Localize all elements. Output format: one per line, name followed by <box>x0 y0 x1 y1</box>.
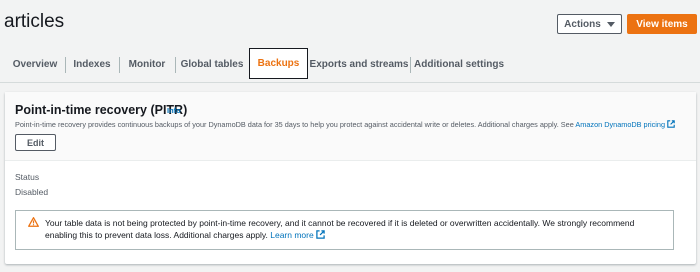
pitr-description-text: Point-in-time recovery provides continuo… <box>15 120 576 129</box>
status-label: Status <box>15 172 40 182</box>
info-link[interactable]: Info <box>167 106 181 115</box>
warning-text: Your table data is not being protected b… <box>45 218 635 240</box>
tab-global-tables[interactable]: Global tables <box>176 48 248 81</box>
pitr-title: Point-in-time recovery (PITR) <box>15 103 188 117</box>
tab-additional-settings[interactable]: Additional settings <box>411 48 507 81</box>
external-link-icon <box>667 120 675 128</box>
dynamodb-pricing-link[interactable]: Amazon DynamoDB pricing <box>575 120 675 129</box>
tab-overview[interactable]: Overview <box>6 48 64 81</box>
tab-backups[interactable]: Backups <box>249 48 308 79</box>
warning-icon <box>28 217 39 227</box>
tab-monitor[interactable]: Monitor <box>120 48 174 81</box>
edit-button[interactable]: Edit <box>15 134 56 151</box>
pitr-panel-header: Point-in-time recovery (PITR) Info Point… <box>5 92 696 161</box>
actions-button-label: Actions <box>564 18 601 30</box>
tab-indexes[interactable]: Indexes <box>66 48 118 81</box>
status-value: Disabled <box>15 187 49 197</box>
pitr-panel: Point-in-time recovery (PITR) Info Point… <box>5 92 696 264</box>
pitr-warning-alert: Your table data is not being protected b… <box>15 210 674 250</box>
page-title: articles <box>4 11 65 32</box>
tab-bar: Overview Indexes Monitor Global tables B… <box>0 48 700 83</box>
view-items-button[interactable]: View items <box>627 14 697 34</box>
external-link-icon <box>315 230 325 239</box>
tab-exports-and-streams[interactable]: Exports and streams <box>309 48 409 81</box>
learn-more-link[interactable]: Learn more <box>270 230 325 240</box>
warning-message: Your table data is not being protected b… <box>45 217 665 241</box>
caret-down-icon <box>606 21 615 27</box>
actions-button[interactable]: Actions <box>557 14 622 34</box>
pitr-description: Point-in-time recovery provides continuo… <box>15 120 675 129</box>
